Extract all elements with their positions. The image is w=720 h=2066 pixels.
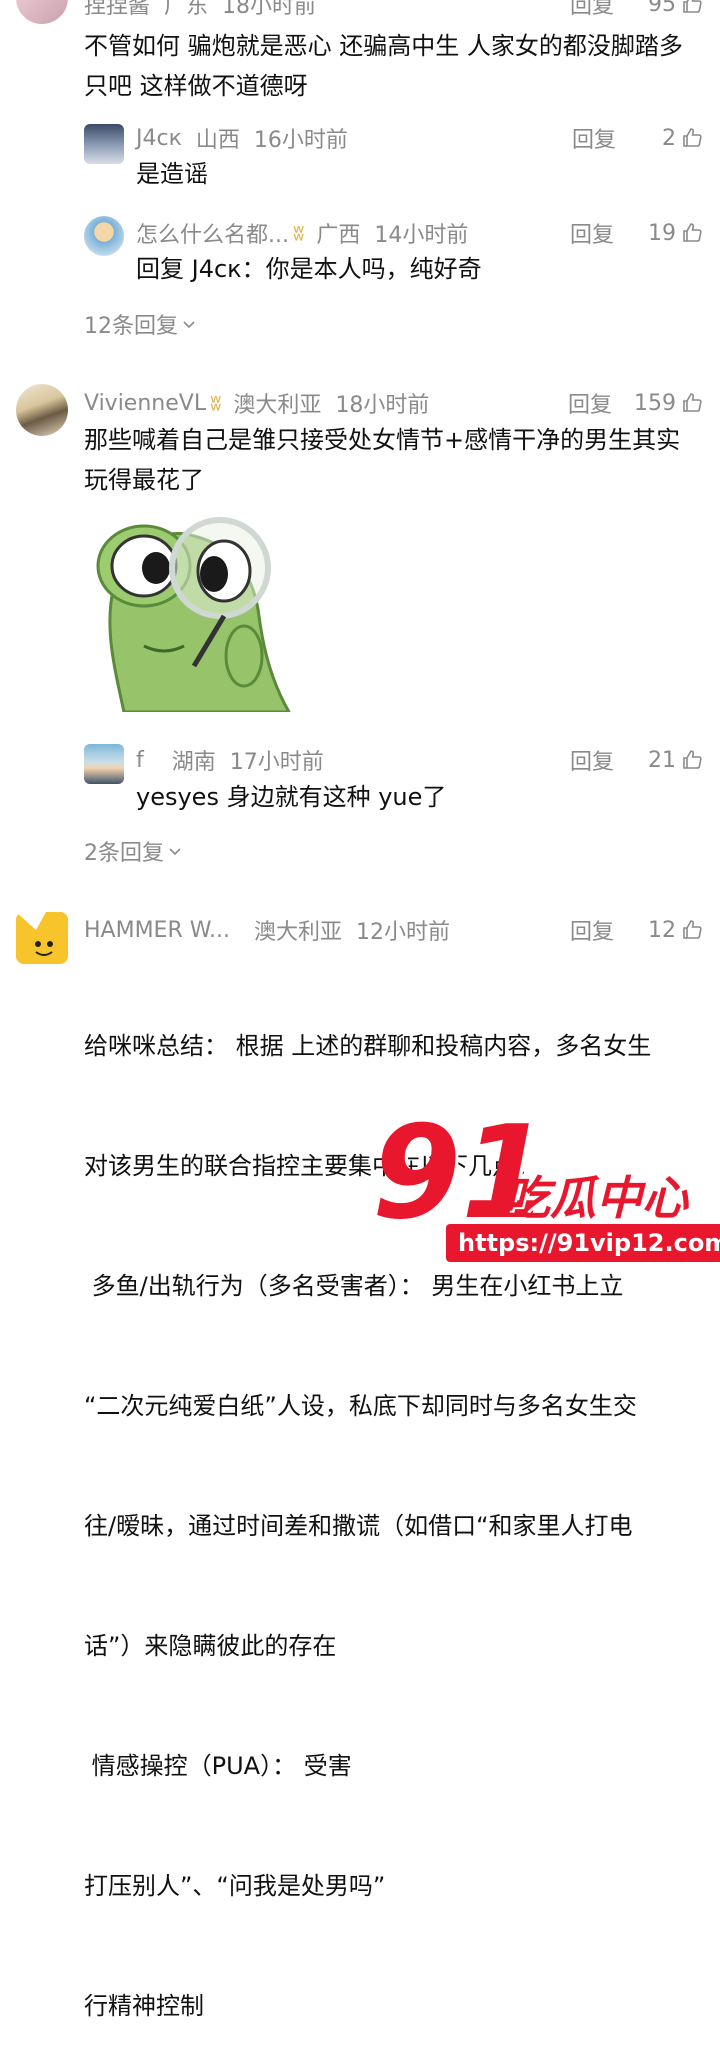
thumbs-up-icon [683,0,702,13]
location: 澳大利亚 [233,393,322,418]
chevron-down-icon [183,321,195,329]
author-name[interactable]: f [136,748,144,773]
location: 广西 [316,223,361,248]
author-name[interactable]: 怎么什么名都... [136,217,289,249]
reply-button[interactable]: 回复 [568,387,612,419]
comment-meta: VivienneVL ʬ 澳大利亚 18小时前 回复 159 [84,387,704,419]
comment-line: 话”）来隐瞒彼此的存在 [84,1632,337,1660]
timestamp: 16小时前 [253,128,348,153]
comment-meta: 捏捏酱 广东 18小时前 回复 95 [84,0,704,20]
smiley-face-icon [16,912,68,964]
reply-text: 是造谣 [136,160,208,188]
location: 广东 [164,0,209,19]
view-more-replies[interactable]: 12条回复 [84,308,196,340]
like-count: 12 [648,917,676,943]
like-button[interactable]: 12 [648,918,704,943]
comment-text: 不管如何 骗炮就是恶心 还骗高中生 人家女的都没脚踏多只吧 这样做不道德呀 [84,32,683,100]
comment-line: 情感操控（PUA）： 受害 [84,1752,352,1780]
reply-button[interactable]: 回复 [572,122,616,154]
location: 澳大利亚 [253,920,342,945]
reply-button[interactable]: 回复 [570,217,614,249]
reply-meta: f 湖南 17小时前 回复 21 [136,744,704,776]
chevron-down-icon [169,848,181,856]
like-button[interactable]: 159 [634,391,704,416]
vip-badge-icon: ʬ [210,390,222,416]
like-count: 19 [648,220,676,246]
reply-meta: 怎么什么名都... ʬ 广西 14小时前 回复 19 [136,217,704,249]
location: 山西 [195,128,240,153]
like-count: 21 [648,747,676,773]
like-count: 159 [634,390,676,416]
avatar[interactable] [84,216,124,256]
thumbs-up-icon [683,128,702,147]
vip-badge-icon: ʬ [292,220,305,246]
reply-text: yesyes 身边就有这种 yue了 [136,783,447,811]
like-button[interactable]: 95 [648,0,704,17]
comment-line: 行精神控制 [84,1992,204,2020]
frog-magnifier-icon [96,517,292,714]
comment-text: 那些喊着自己是雏只接受处女情节+感情干净的男生其实玩得最花了 [84,426,681,494]
timestamp: 14小时前 [374,223,469,248]
avatar[interactable] [16,0,68,24]
timestamp: 17小时前 [229,750,324,775]
frog-magnifier-sticker[interactable] [84,506,296,714]
watermark: 91 吃瓜中心 https://91vip12.com [372,1110,720,1274]
more-replies-label: 12条回复 [84,314,178,339]
like-count: 2 [662,125,676,151]
like-count: 95 [648,0,676,17]
location: 湖南 [171,750,216,775]
watermark-brand: 吃瓜中心 [504,1171,688,1225]
reply-button[interactable]: 回复 [570,914,614,946]
like-button[interactable]: 2 [662,126,704,151]
reply-text: 回复 J4ск：你是本人吗，纯好奇 [136,255,482,283]
thumbs-up-icon [683,393,702,412]
timestamp: 18小时前 [222,0,317,19]
comment-line: 往/暧昧，通过时间差和撒谎（如借口“和家里人打电 [84,1512,633,1540]
comment-meta: HAMMER W... 澳大利亚 12小时前 回复 12 [84,914,704,946]
more-replies-label: 2条回复 [84,841,164,866]
reply-button[interactable]: 回复 [570,744,614,776]
avatar[interactable] [84,124,124,164]
timestamp: 18小时前 [335,393,430,418]
author-name[interactable]: J4ск [136,126,182,151]
view-more-replies[interactable]: 2条回复 [84,835,182,867]
reply-button[interactable]: 回复 [570,0,614,20]
avatar[interactable] [16,384,68,436]
avatar[interactable] [16,912,68,964]
thumbs-up-icon [683,920,702,939]
avatar[interactable] [84,744,124,784]
timestamp: 12小时前 [355,920,450,945]
comment-line: “二次元纯爱白纸”人设，私底下却同时与多名女生交 [84,1392,637,1420]
like-button[interactable]: 21 [648,748,704,773]
author-name[interactable]: 捏捏酱 [84,0,150,20]
comment-line: 给咪咪总结： 根据 上述的群聊和投稿内容，多名女生 [84,1032,652,1060]
thumbs-up-icon [683,750,702,769]
author-name[interactable]: HAMMER W... [84,918,230,943]
author-name[interactable]: VivienneVL [84,391,206,416]
thumbs-up-icon [683,223,702,242]
reply-meta: J4ск 山西 16小时前 回复 2 [136,122,704,154]
watermark-url: https://91vip12.com [446,1224,720,1262]
comment-line: 打压别人”、“问我是处男吗” [84,1872,386,1900]
like-button[interactable]: 19 [648,221,704,246]
